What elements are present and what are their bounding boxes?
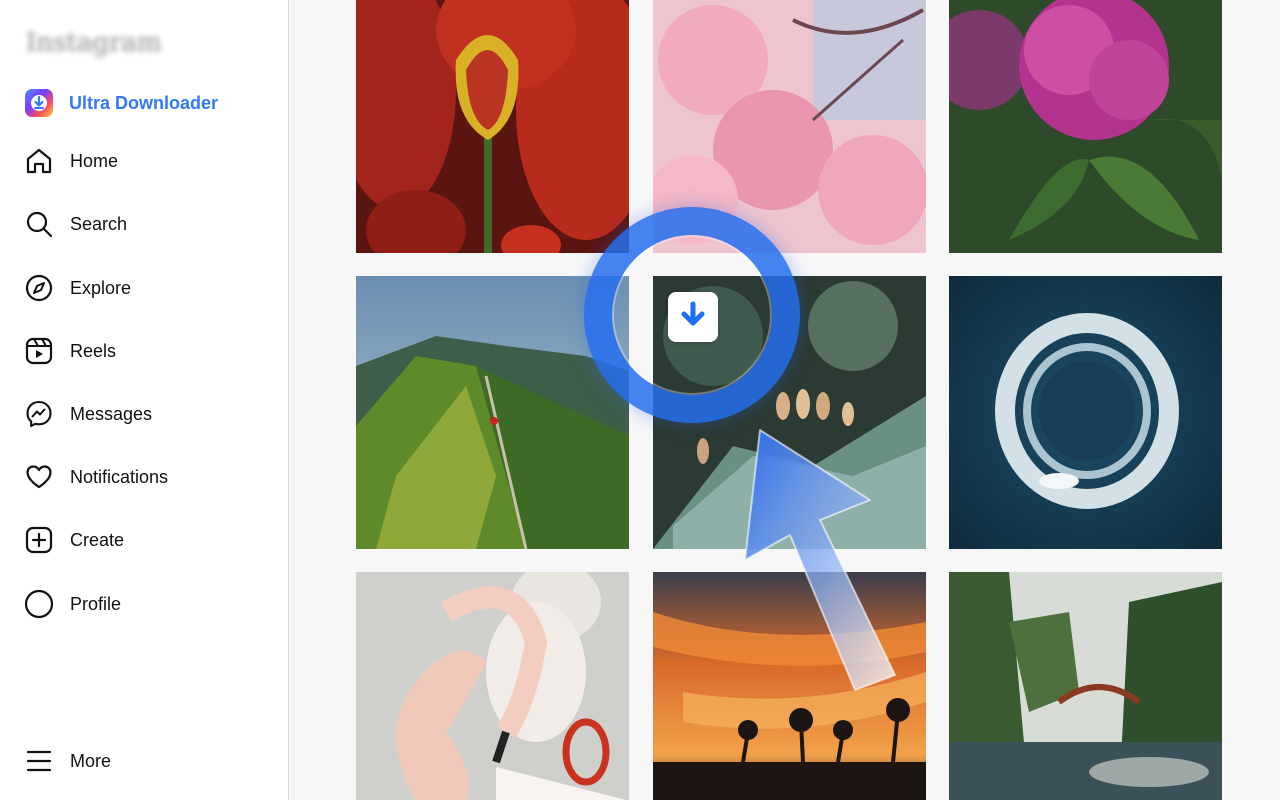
sidebar-item-messages[interactable]: Messages [24, 396, 152, 432]
sidebar-item-label: Notifications [70, 466, 169, 487]
plus-square-icon [24, 525, 54, 555]
instagram-logo[interactable]: Instagram [26, 28, 162, 58]
search-icon [24, 209, 54, 239]
ultra-downloader-link[interactable]: Ultra Downloader [25, 88, 218, 118]
profile-circle-icon [24, 589, 54, 619]
messenger-icon [24, 399, 54, 429]
post-thumbnail[interactable] [356, 0, 629, 253]
sidebar-item-notifications[interactable]: Notifications [24, 459, 168, 495]
sidebar-item-label: Messages [70, 403, 153, 424]
reels-icon [24, 336, 54, 366]
heart-icon [24, 462, 54, 492]
sidebar-item-more[interactable]: More [24, 743, 111, 779]
post-thumbnail[interactable] [949, 276, 1222, 549]
sidebar-item-profile[interactable]: Profile [24, 586, 121, 622]
pointer-arrow-icon [744, 429, 896, 691]
post-thumbnail[interactable] [949, 0, 1222, 253]
ultra-downloader-label: Ultra Downloader [69, 92, 219, 113]
post-thumbnail[interactable] [356, 572, 629, 800]
sidebar-item-explore[interactable]: Explore [24, 270, 131, 306]
compass-icon [24, 273, 54, 303]
sidebar-item-label: Profile [70, 593, 122, 614]
menu-icon [24, 746, 54, 776]
post-thumbnail[interactable] [949, 572, 1222, 800]
download-icon [25, 89, 53, 117]
sidebar-item-label: Explore [70, 277, 132, 298]
sidebar-item-home[interactable]: Home [24, 143, 118, 179]
sidebar-item-reels[interactable]: Reels [24, 333, 116, 369]
rhododendron-image [949, 0, 1222, 253]
sidebar-item-label: Home [70, 150, 119, 171]
flamingo-portrait-image [356, 572, 629, 800]
sidebar-item-label: Reels [70, 340, 117, 361]
sidebar-item-label: Create [70, 529, 125, 550]
arrow-down-icon [678, 300, 708, 335]
sidebar-more-label: More [70, 750, 112, 771]
sidebar-item-search[interactable]: Search [24, 206, 127, 242]
sidebar-item-create[interactable]: Create [24, 522, 124, 558]
tulips-image [356, 0, 629, 253]
download-button[interactable] [668, 292, 718, 342]
forest-bridge-image [949, 572, 1222, 800]
sidebar-item-label: Search [70, 213, 128, 234]
sidebar: Instagram Ultra Downloader Home Search E… [0, 0, 289, 800]
boat-wake-image [949, 276, 1222, 549]
home-icon [24, 146, 54, 176]
